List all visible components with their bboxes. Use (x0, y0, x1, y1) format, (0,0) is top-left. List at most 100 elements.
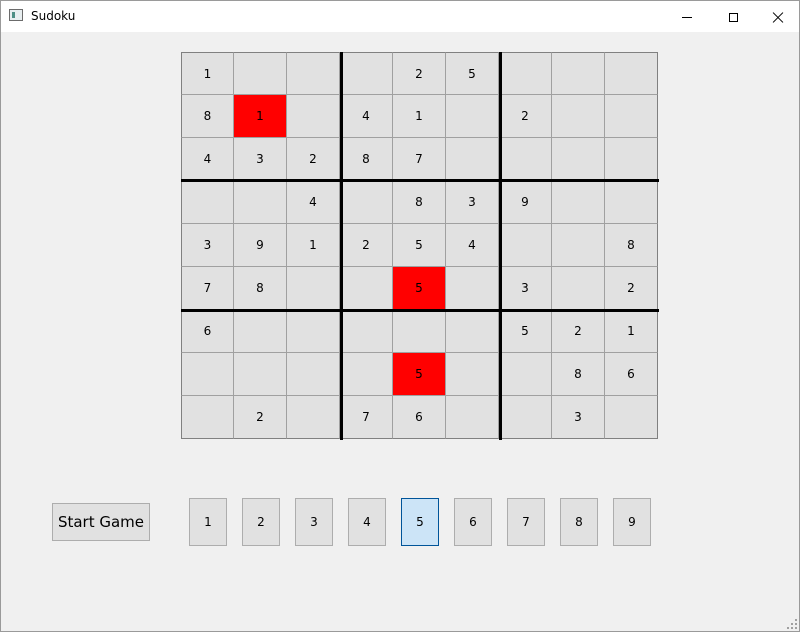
board-cell[interactable] (446, 310, 499, 353)
resize-grip-icon[interactable] (787, 619, 797, 629)
board-cell[interactable]: 2 (605, 267, 658, 310)
board-cell[interactable]: 7 (181, 267, 234, 310)
board-cell[interactable] (340, 181, 393, 224)
number-button-2[interactable]: 2 (242, 498, 280, 546)
board-cell[interactable] (499, 138, 552, 181)
board-cell[interactable]: 3 (552, 396, 605, 439)
box-divider-vertical (340, 52, 343, 440)
minimize-button[interactable] (664, 2, 710, 32)
board-cell[interactable] (499, 353, 552, 396)
number-button-6[interactable]: 6 (454, 498, 492, 546)
board-cell[interactable]: 2 (552, 310, 605, 353)
board-cell[interactable]: 1 (234, 95, 287, 138)
board-cell[interactable] (446, 267, 499, 310)
board-cell[interactable] (499, 224, 552, 267)
board-cell[interactable]: 1 (181, 52, 234, 95)
board-cell[interactable]: 8 (552, 353, 605, 396)
board-cell[interactable]: 4 (340, 95, 393, 138)
board-cell[interactable]: 8 (181, 95, 234, 138)
board-cell[interactable]: 2 (499, 95, 552, 138)
board-cell[interactable]: 2 (393, 52, 446, 95)
board-cell[interactable]: 3 (234, 138, 287, 181)
number-button-7[interactable]: 7 (507, 498, 545, 546)
board-cell[interactable]: 4 (181, 138, 234, 181)
board-cell[interactable]: 9 (234, 224, 287, 267)
close-icon (772, 11, 784, 23)
board-cell[interactable] (605, 396, 658, 439)
board-cell[interactable]: 5 (393, 353, 446, 396)
window-title: Sudoku (31, 9, 76, 23)
board-cell[interactable] (552, 224, 605, 267)
title-bar: Sudoku (1, 1, 799, 32)
board-cell[interactable]: 2 (340, 224, 393, 267)
board-cell[interactable]: 2 (234, 396, 287, 439)
box-divider-vertical (499, 52, 502, 440)
board-cell[interactable] (393, 310, 446, 353)
board-cell[interactable]: 4 (446, 224, 499, 267)
board-cell[interactable]: 8 (393, 181, 446, 224)
board-cell[interactable] (446, 95, 499, 138)
board-cell[interactable] (181, 396, 234, 439)
board-cell[interactable]: 5 (393, 267, 446, 310)
board-cell[interactable]: 9 (499, 181, 552, 224)
maximize-button[interactable] (710, 2, 756, 32)
board-cell[interactable] (340, 353, 393, 396)
board-cell[interactable] (552, 181, 605, 224)
board-cell[interactable]: 3 (181, 224, 234, 267)
board-cell[interactable]: 8 (340, 138, 393, 181)
board-cell[interactable] (287, 95, 340, 138)
board-cell[interactable] (552, 95, 605, 138)
board-cell[interactable] (340, 267, 393, 310)
board-cell[interactable] (499, 396, 552, 439)
board-cell[interactable]: 5 (499, 310, 552, 353)
start-game-button[interactable]: Start Game (52, 503, 150, 541)
number-button-4[interactable]: 4 (348, 498, 386, 546)
board-cell[interactable] (605, 181, 658, 224)
board-cell[interactable]: 4 (287, 181, 340, 224)
board-cell[interactable] (552, 52, 605, 95)
board-cell[interactable] (552, 267, 605, 310)
number-button-5[interactable]: 5 (401, 498, 439, 546)
board-cell[interactable] (234, 310, 287, 353)
board-cell[interactable] (499, 52, 552, 95)
board-cell[interactable]: 6 (393, 396, 446, 439)
board-cell[interactable]: 3 (446, 181, 499, 224)
board-cell[interactable] (234, 353, 287, 396)
board-cell[interactable]: 8 (234, 267, 287, 310)
number-button-9[interactable]: 9 (613, 498, 651, 546)
board-cell[interactable] (605, 95, 658, 138)
board-cell[interactable]: 8 (605, 224, 658, 267)
board-cell[interactable] (287, 52, 340, 95)
number-button-8[interactable]: 8 (560, 498, 598, 546)
board-cell[interactable]: 7 (393, 138, 446, 181)
board-cell[interactable]: 5 (393, 224, 446, 267)
board-cell[interactable] (605, 138, 658, 181)
board-cell[interactable] (287, 353, 340, 396)
board-cell[interactable] (340, 310, 393, 353)
board-cell[interactable]: 1 (605, 310, 658, 353)
board-cell[interactable]: 6 (181, 310, 234, 353)
number-button-3[interactable]: 3 (295, 498, 333, 546)
board-cell[interactable] (340, 52, 393, 95)
board-cell[interactable] (605, 52, 658, 95)
board-cell[interactable]: 6 (605, 353, 658, 396)
board-cell[interactable]: 5 (446, 52, 499, 95)
board-cell[interactable] (446, 353, 499, 396)
board-cell[interactable] (181, 181, 234, 224)
board-cell[interactable]: 7 (340, 396, 393, 439)
board-cell[interactable]: 2 (287, 138, 340, 181)
board-cell[interactable]: 3 (499, 267, 552, 310)
board-cell[interactable] (234, 181, 287, 224)
board-cell[interactable] (287, 396, 340, 439)
board-cell[interactable] (287, 310, 340, 353)
board-cell[interactable] (234, 52, 287, 95)
number-button-1[interactable]: 1 (189, 498, 227, 546)
close-button[interactable] (755, 2, 800, 32)
board-cell[interactable]: 1 (287, 224, 340, 267)
board-cell[interactable] (446, 396, 499, 439)
board-cell[interactable] (552, 138, 605, 181)
board-cell[interactable] (446, 138, 499, 181)
board-cell[interactable] (287, 267, 340, 310)
board-cell[interactable] (181, 353, 234, 396)
board-cell[interactable]: 1 (393, 95, 446, 138)
